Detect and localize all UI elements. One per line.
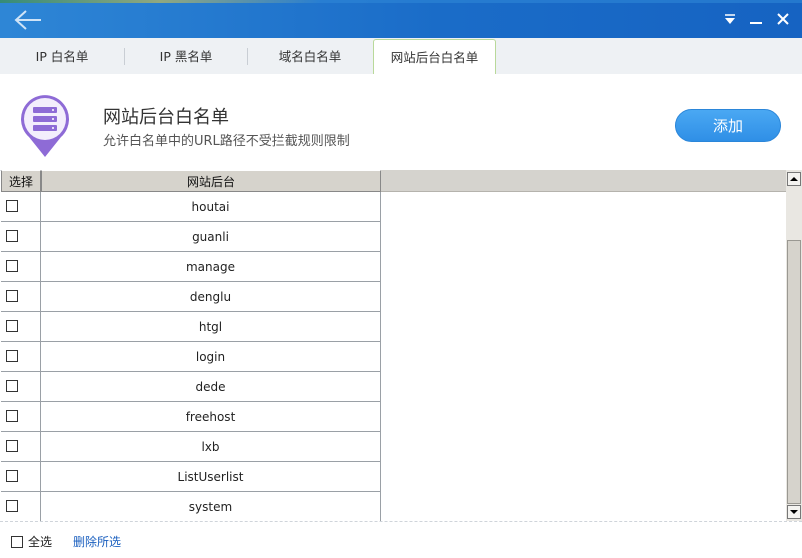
backend-path-cell: login <box>41 342 381 372</box>
tab-ip-blacklist[interactable]: IP 黑名单 <box>125 38 247 74</box>
title-accent-strip <box>0 0 802 3</box>
select-cell <box>1 492 41 522</box>
select-cell <box>1 432 41 462</box>
table-row[interactable]: lxb <box>1 432 381 462</box>
tab-ip-whitelist[interactable]: IP 白名单 <box>0 38 124 74</box>
backend-path-cell: dede <box>41 372 381 402</box>
backend-path-cell: ListUserlist <box>41 462 381 492</box>
close-button[interactable] <box>773 9 793 29</box>
table-row[interactable]: denglu <box>1 282 381 312</box>
arrow-up-icon <box>790 177 798 181</box>
select-cell <box>1 372 41 402</box>
row-checkbox[interactable] <box>6 380 18 392</box>
arrow-left-icon <box>14 10 41 30</box>
arrow-down-icon <box>790 510 798 514</box>
backend-path-cell: system <box>41 492 381 522</box>
backend-path-cell: htgl <box>41 312 381 342</box>
page-subtitle: 允许白名单中的URL路径不受拦截规则限制 <box>103 134 350 149</box>
row-checkbox[interactable] <box>6 200 18 212</box>
backend-path-cell: denglu <box>41 282 381 312</box>
row-checkbox[interactable] <box>6 410 18 422</box>
scroll-up-button[interactable] <box>787 172 801 186</box>
table-row[interactable]: login <box>1 342 381 372</box>
delete-selected-link[interactable]: 删除所选 <box>73 533 121 550</box>
backend-path-cell: lxb <box>41 432 381 462</box>
row-checkbox[interactable] <box>6 350 18 362</box>
select-cell <box>1 282 41 312</box>
add-button[interactable]: 添加 <box>675 109 781 142</box>
table-row[interactable]: ListUserlist <box>1 462 381 492</box>
backend-path-cell: guanli <box>41 222 381 252</box>
row-checkbox[interactable] <box>6 230 18 242</box>
column-header-backend[interactable]: 网站后台 <box>41 170 381 192</box>
server-pin-icon <box>21 95 70 157</box>
select-cell <box>1 342 41 372</box>
tab-backend-whitelist[interactable]: 网站后台白名单 <box>373 39 496 76</box>
table-row[interactable]: system <box>1 492 381 522</box>
table-row[interactable]: dede <box>1 372 381 402</box>
table-row[interactable]: htgl <box>1 312 381 342</box>
table-row[interactable]: freehost <box>1 402 381 432</box>
vertical-scrollbar[interactable] <box>786 170 802 521</box>
page-title: 网站后台白名单 <box>103 107 229 128</box>
scroll-thumb[interactable] <box>787 240 801 504</box>
select-cell <box>1 462 41 492</box>
select-cell <box>1 252 41 282</box>
row-checkbox[interactable] <box>6 500 18 512</box>
row-checkbox[interactable] <box>6 320 18 332</box>
backend-path-cell: freehost <box>41 402 381 432</box>
select-cell <box>1 402 41 432</box>
row-checkbox[interactable] <box>6 260 18 272</box>
close-icon <box>777 13 789 25</box>
scroll-down-button[interactable] <box>787 505 801 519</box>
menu-dropdown-button[interactable] <box>720 9 740 29</box>
minimize-button[interactable] <box>746 9 766 29</box>
table-row[interactable]: manage <box>1 252 381 282</box>
column-header-select[interactable]: 选择 <box>1 170 41 192</box>
tab-domain-whitelist[interactable]: 域名白名单 <box>248 38 372 74</box>
row-checkbox[interactable] <box>6 440 18 452</box>
row-checkbox[interactable] <box>6 290 18 302</box>
back-button[interactable] <box>12 8 44 32</box>
page-header: 网站后台白名单 允许白名单中的URL路径不受拦截规则限制 添加 <box>0 74 802 171</box>
dropdown-triangle-icon <box>725 14 735 24</box>
table-row[interactable]: guanli <box>1 222 381 252</box>
minimize-icon <box>750 22 762 24</box>
select-cell <box>1 222 41 252</box>
whitelist-table: 选择 网站后台 houtai guanli manage denglu htgl… <box>1 170 787 522</box>
backend-path-cell: houtai <box>41 192 381 222</box>
backend-path-cell: manage <box>41 252 381 282</box>
row-checkbox[interactable] <box>6 470 18 482</box>
tab-bar: IP 白名单 IP 黑名单 域名白名单 网站后台白名单 <box>0 38 802 76</box>
select-cell <box>1 192 41 222</box>
select-all-checkbox[interactable] <box>11 536 23 548</box>
select-cell <box>1 312 41 342</box>
select-all-label[interactable]: 全选 <box>28 533 52 550</box>
footer-bar: 全选 删除所选 <box>0 521 802 558</box>
title-bar <box>0 0 802 38</box>
table-row[interactable]: houtai <box>1 192 381 222</box>
